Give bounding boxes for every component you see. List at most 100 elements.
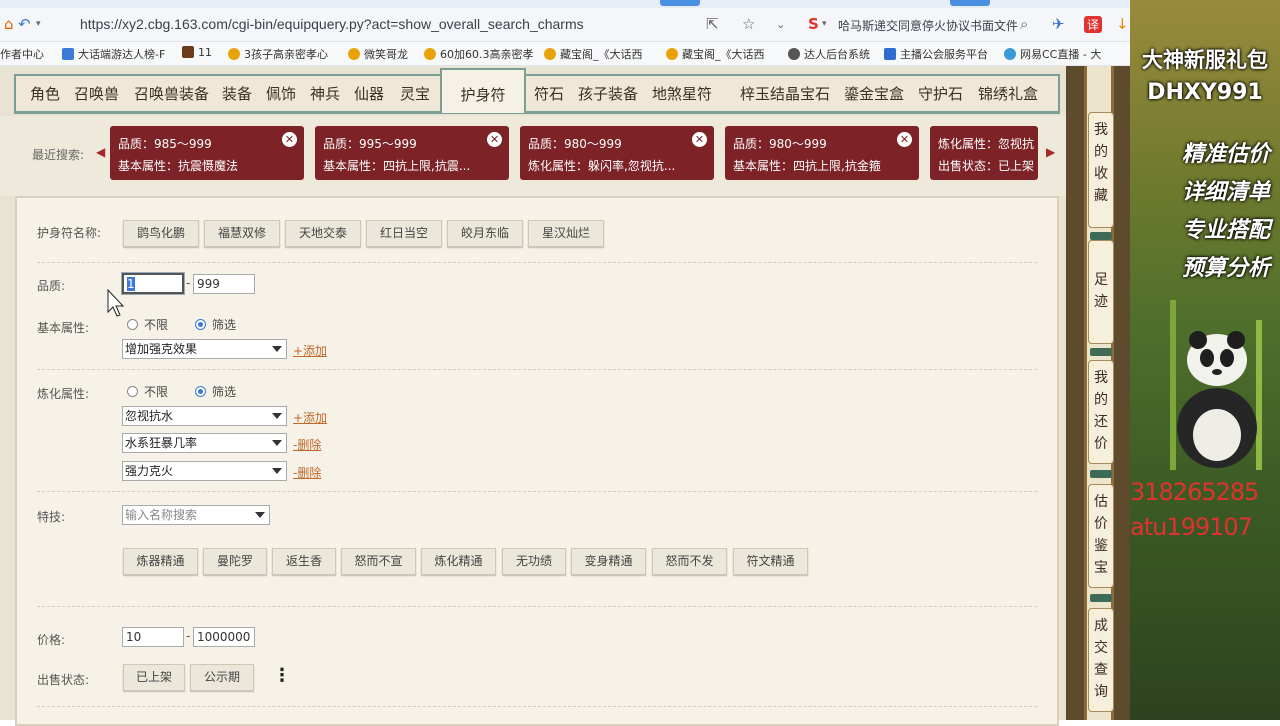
skill-button[interactable]: 怒而不发	[652, 548, 727, 575]
tab-divine-weapon[interactable]: 神兵	[310, 83, 340, 104]
radio-icon	[127, 319, 138, 330]
bookmark-item[interactable]: 作者中心	[0, 46, 44, 62]
tab-summon-equip[interactable]: 召唤兽装备	[134, 83, 209, 104]
bookmark-item[interactable]: 微笑哥龙	[348, 46, 408, 62]
skill-button[interactable]: 怒而不宣	[341, 548, 416, 575]
tab-rune-stone[interactable]: 符石	[534, 83, 564, 104]
quality-max-input[interactable]: 999	[193, 274, 255, 294]
tab-spirit-treasure[interactable]: 灵宝	[400, 83, 430, 104]
skill-search-input[interactable]: 输入名称搜索	[122, 505, 270, 525]
close-icon[interactable]: ✕	[487, 132, 502, 147]
card-line: 品质：985～999	[118, 137, 212, 151]
bird-icon[interactable]: ✈	[1052, 15, 1065, 33]
tab-indicator[interactable]	[660, 0, 700, 6]
home-icon[interactable]: ⌂	[4, 15, 14, 33]
skill-button[interactable]: 无功绩	[502, 548, 566, 575]
base-radio-none[interactable]: 不限	[127, 316, 168, 333]
close-icon[interactable]: ✕	[692, 132, 707, 147]
arrow-right-icon[interactable]: ▶	[1046, 145, 1055, 159]
add-base-attr-link[interactable]: +添加	[293, 342, 327, 359]
card-line: 出售状态：已上架	[938, 159, 1035, 173]
close-icon[interactable]: ✕	[897, 132, 912, 147]
sidebar-item-label: 我的还价	[1094, 370, 1108, 452]
delete-refine-attr-link[interactable]: -删除	[293, 464, 321, 481]
bookmark-item[interactable]: 网易CC直播 - 大	[1004, 46, 1101, 62]
tab-role[interactable]: 角色	[30, 83, 60, 104]
chevron-down-icon[interactable]: ⌄	[776, 18, 785, 31]
bookmark-item[interactable]: 达人后台系统	[788, 46, 870, 62]
status-button-public[interactable]: 公示期	[190, 664, 254, 691]
sidebar-item-favorites[interactable]: 我的收藏	[1088, 112, 1114, 228]
refine-attr-select[interactable]: 忽视抗水	[122, 406, 287, 426]
delete-refine-attr-link[interactable]: -删除	[293, 436, 321, 453]
sidebar-item-history[interactable]: 足迹	[1088, 240, 1114, 344]
recent-card[interactable]: 品质：995～999 基本属性：四抗上限,抗震... ✕	[315, 126, 509, 180]
tab-summon[interactable]: 召唤兽	[74, 83, 119, 104]
tab-equip[interactable]: 装备	[222, 83, 252, 104]
charm-name-button[interactable]: 福慧双修	[204, 220, 280, 247]
charm-name-button[interactable]: 红日当空	[366, 220, 442, 247]
tab-gold-box[interactable]: 鎏金宝盒	[844, 83, 904, 104]
refine-attr-select[interactable]: 强力克火	[122, 461, 287, 481]
price-min-input[interactable]: 10	[122, 627, 184, 647]
url-text[interactable]: https://xy2.cbg.163.com/cgi-bin/equipque…	[80, 16, 584, 32]
add-refine-attr-link[interactable]: +添加	[293, 409, 327, 426]
refine-attr-select[interactable]: 水系狂暴几率	[122, 433, 287, 453]
charm-name-button[interactable]: 皎月东临	[447, 220, 523, 247]
news-hint[interactable]: 哈马斯递交同意停火协议书面文件	[838, 17, 1018, 34]
tab-star-talisman[interactable]: 地煞星符	[652, 83, 712, 104]
base-attr-select[interactable]: 增加强克效果	[122, 339, 287, 359]
charm-name-button[interactable]: 天地交泰	[285, 220, 361, 247]
tab-child-equip[interactable]: 孩子装备	[578, 83, 638, 104]
sidebar-item-appraisal[interactable]: 估价鉴宝	[1088, 484, 1114, 588]
tab-indicator[interactable]	[950, 0, 990, 6]
skill-button[interactable]: 符文精通	[733, 548, 808, 575]
sidebar-item-deal-query[interactable]: 成交查询	[1088, 608, 1114, 712]
tab-charm[interactable]: 护身符	[440, 68, 526, 113]
tab-guard-stone[interactable]: 守护石	[918, 83, 963, 104]
refine-radio-filter[interactable]: 筛选	[195, 383, 236, 400]
recent-card[interactable]: 品质：980～999 炼化属性：躲闪率,忽视抗... ✕	[520, 126, 714, 180]
price-max-input[interactable]: 1000000	[193, 627, 255, 647]
charm-name-button[interactable]: 鹍鸟化鹏	[123, 220, 199, 247]
search-icon[interactable]: ⌕	[1020, 15, 1028, 33]
skill-button[interactable]: 返生香	[272, 548, 336, 575]
tab-gem[interactable]: 宝石	[800, 83, 830, 104]
quality-min-input[interactable]: 1	[122, 273, 184, 294]
dropdown-icon[interactable]: ▾	[36, 19, 41, 29]
arrow-left-icon[interactable]: ◀	[96, 145, 105, 159]
tab-jade-crystal[interactable]: 梓玉结晶	[740, 83, 800, 104]
skill-button[interactable]: 炼化精通	[421, 548, 496, 575]
bookmark-item[interactable]: 60加60.3高亲密孝	[424, 46, 534, 62]
recent-card[interactable]: 炼化属性：忽视抗 出售状态：已上架	[930, 126, 1038, 180]
tab-fairy-item[interactable]: 仙器	[354, 83, 384, 104]
bookmark-item[interactable]: 藏宝阁_《大话西	[666, 46, 765, 62]
base-radio-filter[interactable]: 筛选	[195, 316, 236, 333]
star-icon[interactable]: ☆	[742, 15, 755, 33]
more-icon[interactable]: ⋮	[273, 665, 291, 686]
skill-button[interactable]: 炼器精通	[123, 548, 198, 575]
translate-icon[interactable]: 译	[1084, 16, 1103, 33]
undo-icon[interactable]: ↶	[18, 15, 31, 33]
bookmark-item[interactable]: 主播公会服务平台	[884, 46, 988, 62]
dropdown-icon[interactable]: ▾	[822, 19, 827, 29]
tab-accessory[interactable]: 佩饰	[266, 83, 296, 104]
sidebar-item-my-offers[interactable]: 我的还价	[1088, 360, 1114, 464]
divider	[37, 262, 1037, 263]
skill-button[interactable]: 变身精通	[571, 548, 646, 575]
search-engine-icon[interactable]: S	[808, 15, 819, 33]
bookmark-item[interactable]: 大话端游达人榜-F	[62, 46, 165, 62]
recent-card[interactable]: 品质：980～999 基本属性：四抗上限,抗金箍 ✕	[725, 126, 919, 180]
share-icon[interactable]: ⇱	[706, 15, 719, 33]
close-icon[interactable]: ✕	[282, 132, 297, 147]
bookmark-item[interactable]: 藏宝阁_《大话西	[544, 46, 643, 62]
skill-button[interactable]: 曼陀罗	[203, 548, 267, 575]
recent-card[interactable]: 品质：985～999 基本属性：抗震慑魔法 ✕	[110, 126, 304, 180]
bookmark-item[interactable]: 11	[182, 46, 212, 59]
refine-radio-none[interactable]: 不限	[127, 383, 168, 400]
bookmark-item[interactable]: 3孩子高亲密孝心	[228, 46, 328, 62]
download-icon[interactable]: ↓	[1116, 15, 1129, 33]
status-button-listed[interactable]: 已上架	[123, 664, 185, 691]
charm-name-button[interactable]: 星汉灿烂	[528, 220, 604, 247]
tab-gift-box[interactable]: 锦绣礼盒	[978, 83, 1038, 104]
